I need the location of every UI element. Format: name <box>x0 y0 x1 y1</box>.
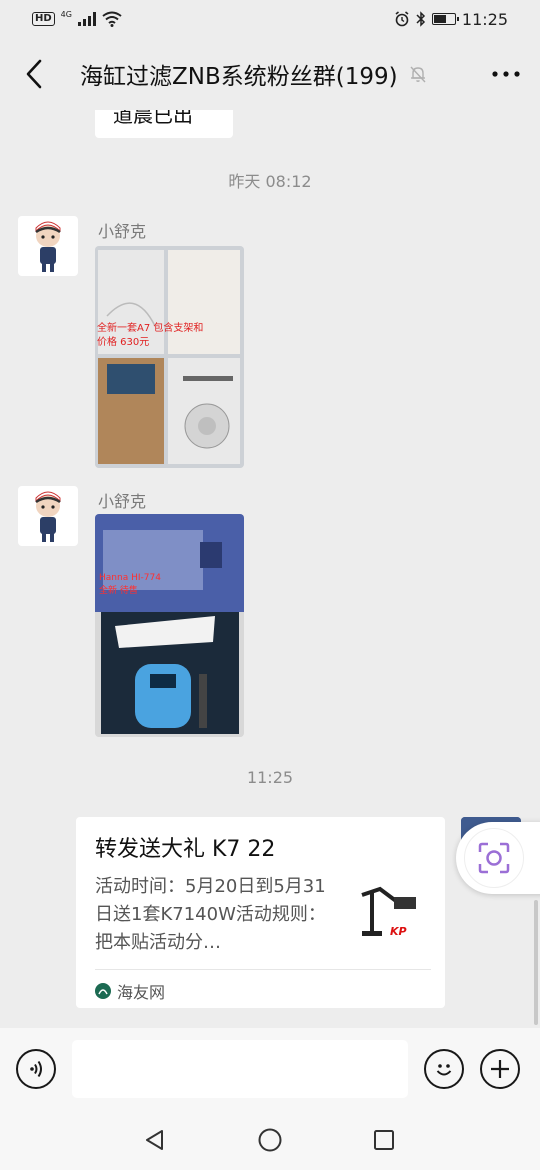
message-text: 道晨已出 <box>113 110 193 127</box>
link-card[interactable]: 转发送大礼 K7 22 活动时间：5月20日到5月31日送1套K7140W活动规… <box>76 817 445 1008</box>
avatar-cartoon-image <box>35 221 61 272</box>
thumbnail-logo-text: KP <box>390 925 407 938</box>
bell-off-icon <box>410 66 426 83</box>
page-title: 海缸过滤ZNB系统粉丝群(199) <box>80 64 398 90</box>
photo-overlay-line: 价格 630元 <box>97 337 150 348</box>
wifi-icon <box>102 11 122 27</box>
back-button[interactable] <box>14 54 54 94</box>
avatar[interactable] <box>18 216 78 276</box>
square-recents-icon <box>374 1130 394 1150</box>
photo-message[interactable]: Hanna HI-774 全新 待售 <box>95 514 244 737</box>
scan-float-button[interactable] <box>456 822 540 894</box>
photo-overlay-line: 全新一套A7 包含支架和 <box>97 323 204 334</box>
network-label: 4G <box>60 9 72 19</box>
link-card-description: 活动时间：5月20日到5月31日送1套K7140W活动规则：把本贴活动分… <box>95 876 326 953</box>
photo-image <box>95 246 244 468</box>
avatar[interactable] <box>18 486 78 546</box>
source-logo-icon <box>95 983 111 999</box>
smiley-icon <box>436 1064 452 1076</box>
triangle-back-icon <box>146 1130 163 1150</box>
add-button[interactable] <box>480 1049 520 1089</box>
mute-indicator <box>408 64 428 84</box>
chat-header: 海缸过滤ZNB系统粉丝群(199) <box>0 38 540 110</box>
sender-name: 小舒克 <box>98 222 147 241</box>
link-card-thumbnail: KP <box>356 879 422 949</box>
battery-fill <box>433 15 446 23</box>
message-input[interactable] <box>72 1040 408 1098</box>
scrollbar-thumb[interactable] <box>534 900 538 1025</box>
scan-icon <box>478 842 510 874</box>
status-bar: HD 4G 11:25 <box>0 0 540 38</box>
photo-overlay-line: Hanna HI-774 <box>99 573 161 583</box>
product-thumbnail-image <box>356 879 422 949</box>
status-left: HD 4G <box>32 9 122 27</box>
input-bar <box>0 1028 540 1110</box>
voice-icon <box>30 1060 42 1078</box>
chevron-left-icon <box>26 59 42 89</box>
divider <box>95 969 431 970</box>
hd-badge: HD <box>32 12 55 26</box>
link-card-title: 转发送大礼 K7 22 <box>95 837 276 862</box>
photo-overlay-text: Hanna HI-774 全新 待售 <box>99 572 243 598</box>
system-back-button[interactable] <box>130 1116 178 1164</box>
emoji-button[interactable] <box>424 1049 464 1089</box>
system-recents-button[interactable] <box>360 1116 408 1164</box>
signal-icon <box>77 12 96 26</box>
status-right: 11:25 <box>394 10 508 29</box>
chat-area[interactable]: 道晨已出 昨天 08:12 小舒克 全新一套A7 包含支架和 价格 630元 小… <box>0 110 540 1028</box>
sender-name: 小舒克 <box>98 492 147 511</box>
more-button[interactable] <box>486 54 526 94</box>
message-bubble-partial[interactable]: 道晨已出 <box>95 110 233 138</box>
status-time: 11:25 <box>461 9 508 29</box>
photo-message[interactable]: 全新一套A7 包含支架和 价格 630元 <box>95 246 244 468</box>
photo-image <box>95 514 244 737</box>
scan-button-inner <box>464 828 524 888</box>
system-home-button[interactable] <box>246 1116 294 1164</box>
circle-home-icon <box>258 1128 282 1152</box>
battery-icon <box>431 13 459 25</box>
system-navigation-bar <box>0 1110 540 1170</box>
voice-button[interactable] <box>16 1049 56 1089</box>
ellipsis-icon <box>492 71 520 77</box>
link-card-source: 海友网 <box>95 979 165 1003</box>
photo-overlay-text: 全新一套A7 包含支架和 价格 630元 <box>97 322 243 350</box>
photo-overlay-line: 全新 待售 <box>99 586 138 596</box>
alarm-icon <box>395 11 409 27</box>
source-name: 海友网 <box>117 983 166 1002</box>
bluetooth-icon <box>416 11 425 27</box>
timestamp: 11:25 <box>246 768 294 787</box>
timestamp: 昨天 08:12 <box>228 172 312 191</box>
plus-icon <box>491 1060 509 1078</box>
avatar-cartoon-image <box>35 491 61 542</box>
